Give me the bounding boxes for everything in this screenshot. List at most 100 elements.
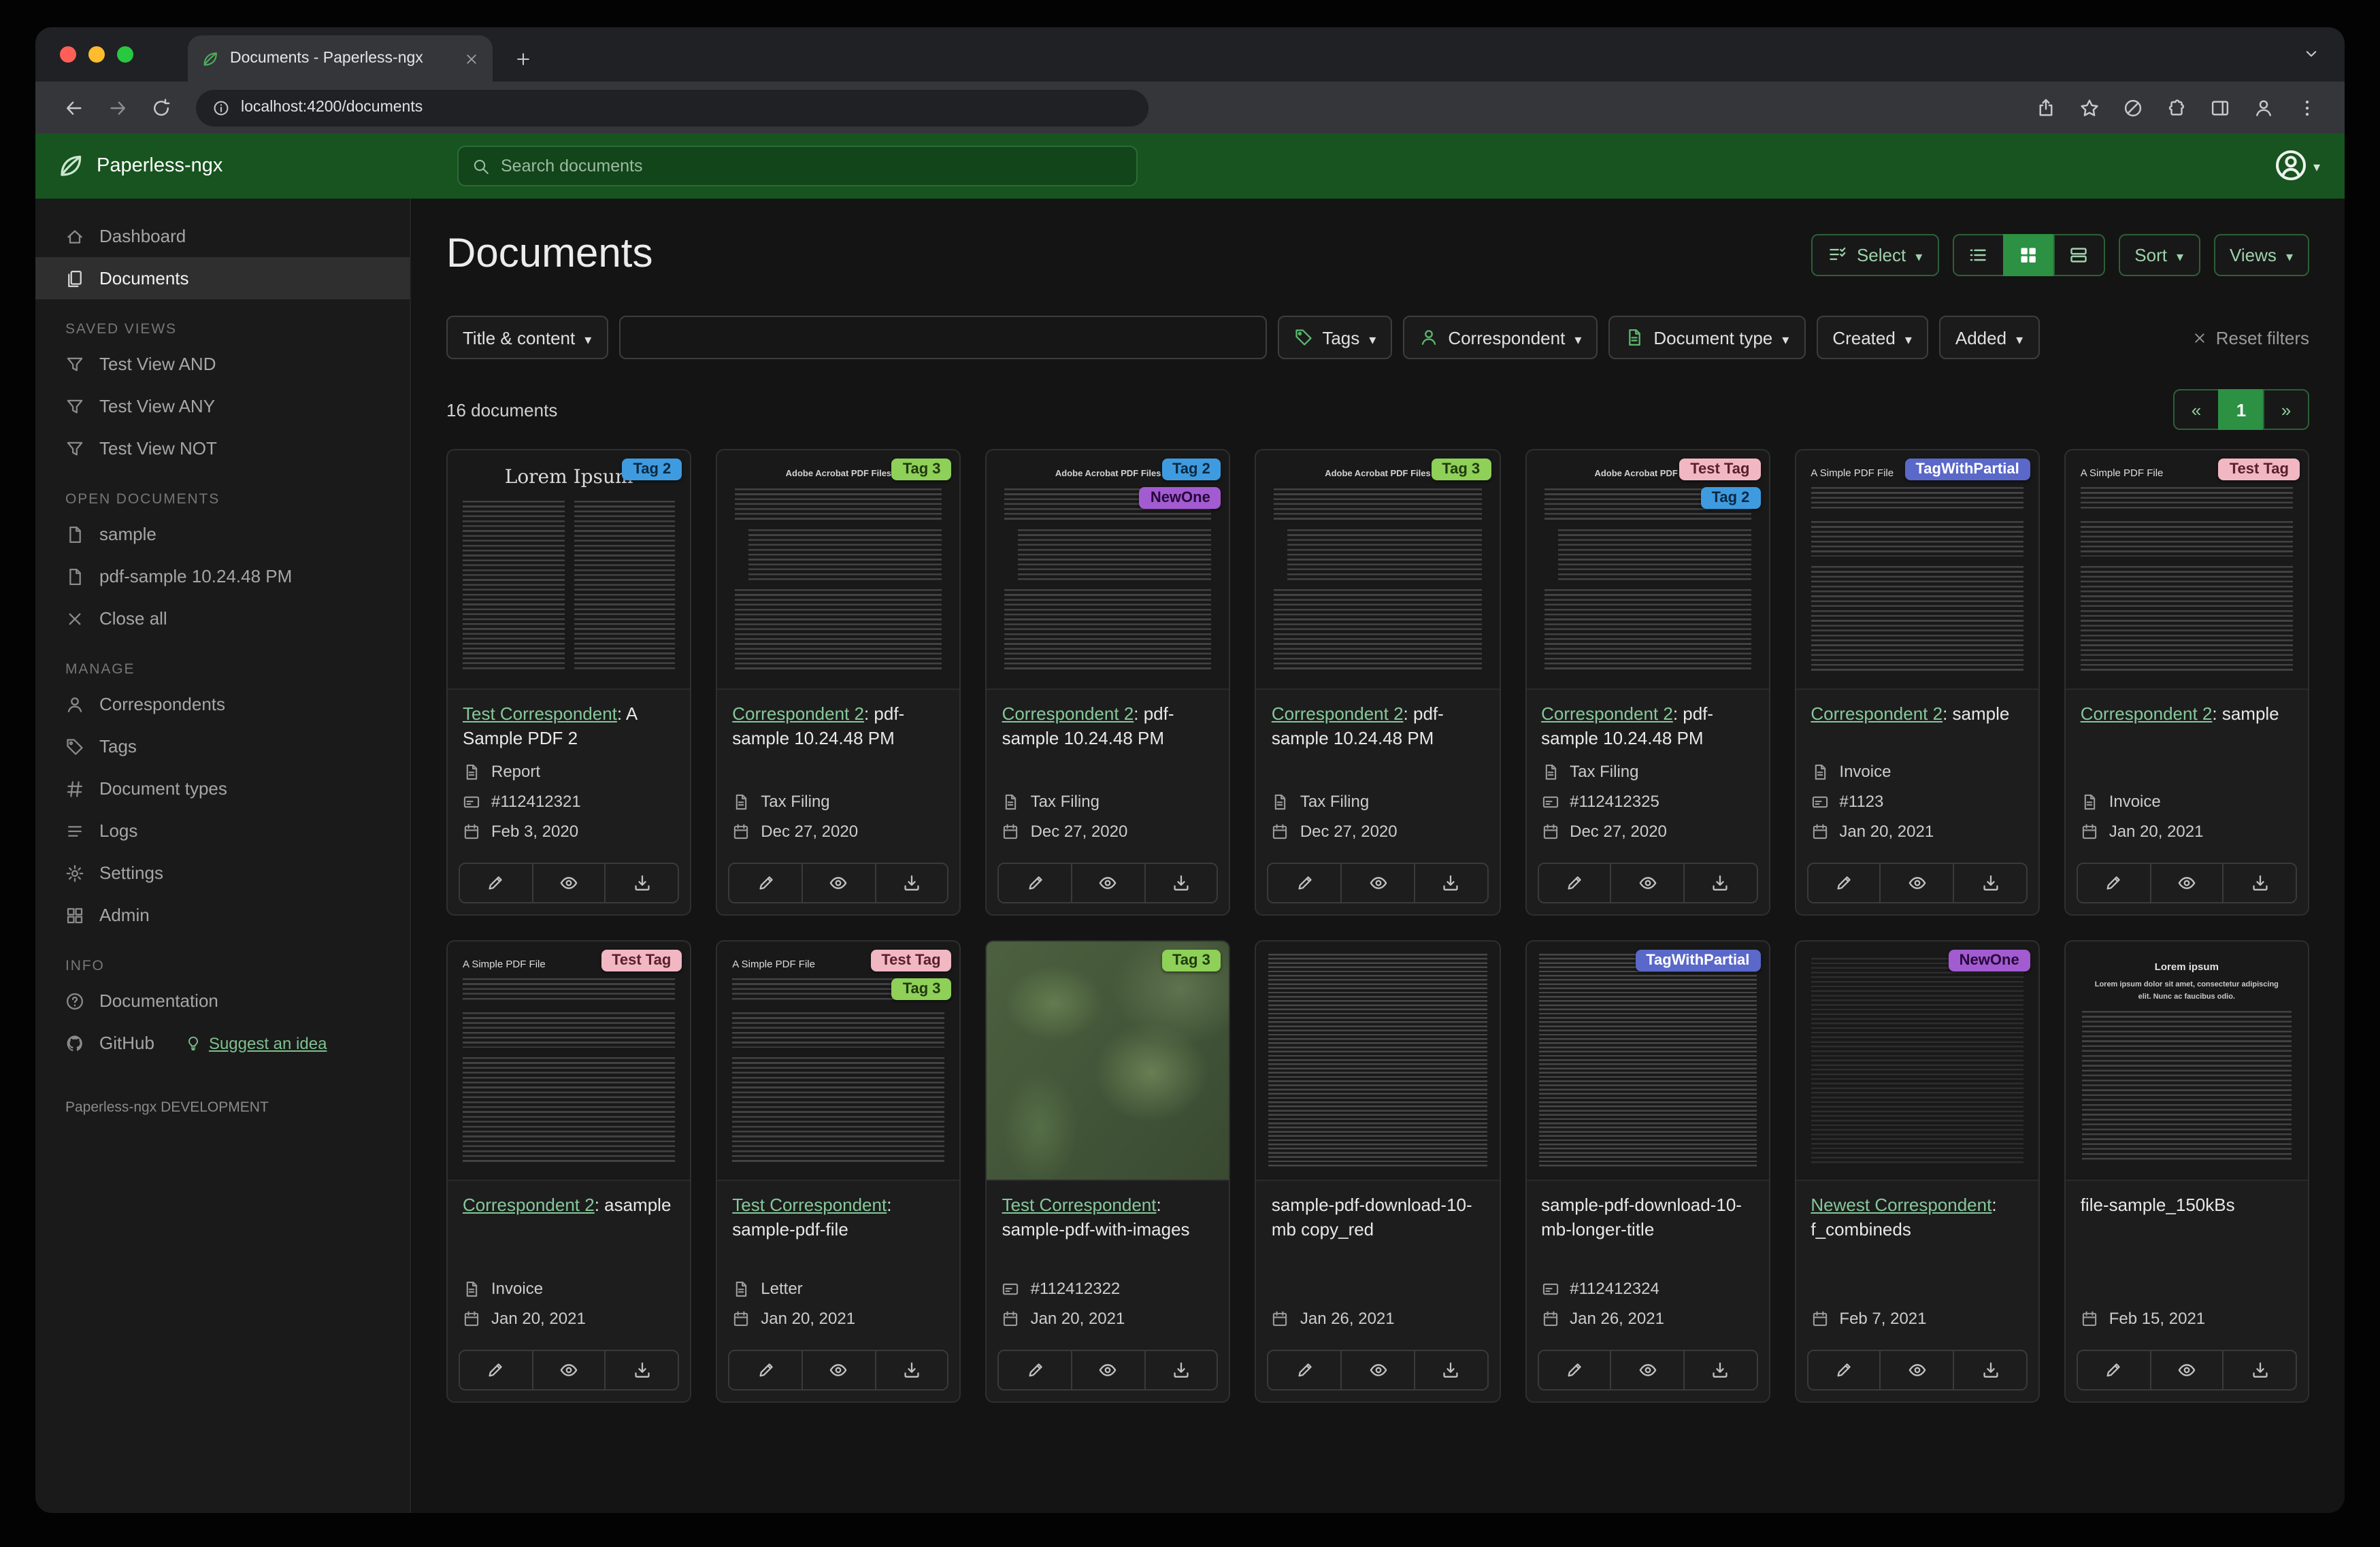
tag-badge[interactable]: Tag 3 <box>1161 950 1221 972</box>
correspondent-link[interactable]: Correspondent 2 <box>463 1195 595 1215</box>
tag-badge[interactable]: Tag 2 <box>1161 459 1221 480</box>
sidebar-item-sample[interactable]: sample <box>35 513 410 555</box>
correspondent-link[interactable]: Correspondent 2 <box>2081 703 2213 724</box>
created-date-row[interactable]: Dec 27, 2020 <box>1272 822 1484 841</box>
sidebar-item-github[interactable]: GitHub Suggest an idea <box>35 1022 410 1064</box>
document-type-row[interactable]: Invoice <box>463 1279 675 1298</box>
created-date-row[interactable]: Jan 20, 2021 <box>1811 822 2023 841</box>
edit-button[interactable] <box>2077 864 2150 903</box>
view-button[interactable] <box>1879 864 1953 903</box>
asn-row[interactable]: #112412325 <box>1541 792 1753 811</box>
created-date-row[interactable]: Dec 27, 2020 <box>1002 822 1214 841</box>
address-bar[interactable]: localhost:4200/documents <box>196 89 1148 126</box>
created-date-row[interactable]: Dec 27, 2020 <box>732 822 944 841</box>
document-thumbnail[interactable]: Adobe Acrobat PDF Files Test Tag Tag 2 <box>1526 450 1769 690</box>
download-button[interactable] <box>1953 1351 2026 1390</box>
filter-field-dropdown[interactable]: Title & content <box>446 316 608 359</box>
asn-row[interactable]: #112412321 <box>463 792 675 811</box>
filter-added-dropdown[interactable]: Added <box>1938 316 2040 359</box>
pagination-page-1[interactable]: 1 <box>2218 389 2264 430</box>
tag-badge[interactable]: Tag 3 <box>891 459 952 480</box>
download-button[interactable] <box>1953 864 2026 903</box>
sidebar-item-test-view-and[interactable]: Test View AND <box>35 343 410 385</box>
sidebar-item-tags[interactable]: Tags <box>35 725 410 767</box>
sidebar-item-pdf-sample-10-24-48-pm[interactable]: pdf-sample 10.24.48 PM <box>35 555 410 597</box>
tag-badge[interactable]: TagWithPartial <box>1635 950 1761 972</box>
document-thumbnail[interactable]: TagWithPartial <box>1526 942 1769 1182</box>
view-details-button[interactable] <box>2053 233 2105 276</box>
download-button[interactable] <box>1683 1351 1757 1390</box>
document-thumbnail[interactable]: A Simple PDF File Test Tag <box>2065 450 2308 690</box>
tag-badge[interactable]: TagWithPartial <box>1904 459 2030 480</box>
download-button[interactable] <box>1144 1351 1217 1390</box>
correspondent-link[interactable]: Test Correspondent <box>463 703 617 724</box>
sidebar-item-close-all[interactable]: Close all <box>35 597 410 639</box>
profile-button[interactable] <box>2244 88 2282 127</box>
edit-button[interactable] <box>999 864 1071 903</box>
view-button[interactable] <box>1879 1351 1953 1390</box>
edit-button[interactable] <box>729 864 801 903</box>
correspondent-link[interactable]: Test Correspondent <box>732 1195 887 1215</box>
view-button[interactable] <box>531 1351 605 1390</box>
correspondent-link[interactable]: Correspondent 2 <box>1002 703 1134 724</box>
download-button[interactable] <box>874 1351 948 1390</box>
document-thumbnail[interactable]: Adobe Acrobat PDF Files Tag 3 <box>1256 450 1500 690</box>
site-info-icon[interactable] <box>212 99 230 116</box>
document-thumbnail[interactable]: Adobe Acrobat PDF Files Tag 2 NewOne <box>987 450 1229 690</box>
close-button[interactable] <box>60 46 76 63</box>
sidebar-item-correspondents[interactable]: Correspondents <box>35 683 410 725</box>
document-type-row[interactable]: Tax Filing <box>1541 762 1753 781</box>
tag-badge[interactable]: Tag 3 <box>1431 459 1491 480</box>
tag-badge[interactable]: Tag 2 <box>1700 487 1761 509</box>
reset-filters-button[interactable]: Reset filters <box>2193 327 2309 348</box>
sidebar-item-admin[interactable]: Admin <box>35 894 410 936</box>
view-button[interactable] <box>2149 864 2223 903</box>
view-button[interactable] <box>531 864 605 903</box>
sidebar-item-settings[interactable]: Settings <box>35 852 410 894</box>
sidebar-item-test-view-any[interactable]: Test View ANY <box>35 385 410 427</box>
created-date-row[interactable]: Jan 20, 2021 <box>732 1309 944 1328</box>
view-button[interactable] <box>2149 1351 2223 1390</box>
filter-tags-dropdown[interactable]: Tags <box>1277 316 1393 359</box>
tab-list-chevron-icon[interactable] <box>2302 45 2320 63</box>
filter-text-input[interactable] <box>618 316 1267 359</box>
correspondent-link[interactable]: Correspondent 2 <box>1272 703 1404 724</box>
view-button[interactable] <box>1610 1351 1683 1390</box>
asn-row[interactable]: #112412322 <box>1002 1279 1214 1298</box>
download-button[interactable] <box>2222 1351 2296 1390</box>
sidebar-item-document-types[interactable]: Document types <box>35 767 410 810</box>
view-list-button[interactable] <box>1952 233 2004 276</box>
edit-button[interactable] <box>1268 1351 1341 1390</box>
browser-tab[interactable]: Documents - Paperless-ngx <box>188 35 493 82</box>
filter-doctype-dropdown[interactable]: Document type <box>1608 316 1806 359</box>
pagination-next-button[interactable]: » <box>2263 389 2309 430</box>
tag-badge[interactable]: Test Tag <box>1679 459 1761 480</box>
document-thumbnail[interactable]: A Simple PDF File Test Tag Tag 3 <box>717 942 960 1182</box>
asn-row[interactable]: #112412324 <box>1541 1279 1753 1298</box>
download-button[interactable] <box>1413 1351 1487 1390</box>
document-thumbnail[interactable]: Lorem ipsum Lorem ipsum dolor sit amet, c… <box>2065 942 2308 1182</box>
filter-correspondent-dropdown[interactable]: Correspondent <box>1403 316 1598 359</box>
brand[interactable]: Paperless-ngx <box>57 152 222 180</box>
browser-menu-button[interactable] <box>2287 88 2326 127</box>
asn-row[interactable]: #1123 <box>1811 792 2023 811</box>
view-grid-button[interactable] <box>2002 233 2055 276</box>
created-date-row[interactable]: Feb 3, 2020 <box>463 822 675 841</box>
document-type-row[interactable]: Invoice <box>1811 762 2023 781</box>
created-date-row[interactable]: Jan 20, 2021 <box>2081 822 2293 841</box>
tag-badge[interactable]: Tag 2 <box>622 459 682 480</box>
page-status-button[interactable] <box>2113 88 2151 127</box>
edit-button[interactable] <box>1268 864 1341 903</box>
document-type-row[interactable]: Invoice <box>2081 792 2293 811</box>
sidebar-item-dashboard[interactable]: Dashboard <box>35 215 410 257</box>
view-button[interactable] <box>1610 864 1683 903</box>
document-thumbnail[interactable]: Tag 3 <box>987 942 1229 1182</box>
created-date-row[interactable]: Jan 20, 2021 <box>1002 1309 1214 1328</box>
edit-button[interactable] <box>1538 864 1610 903</box>
download-button[interactable] <box>2222 864 2296 903</box>
new-tab-button[interactable] <box>514 50 532 68</box>
user-menu[interactable] <box>2274 148 2320 182</box>
download-button[interactable] <box>1144 864 1217 903</box>
correspondent-link[interactable]: Test Correspondent <box>1002 1195 1157 1215</box>
view-button[interactable] <box>801 864 875 903</box>
